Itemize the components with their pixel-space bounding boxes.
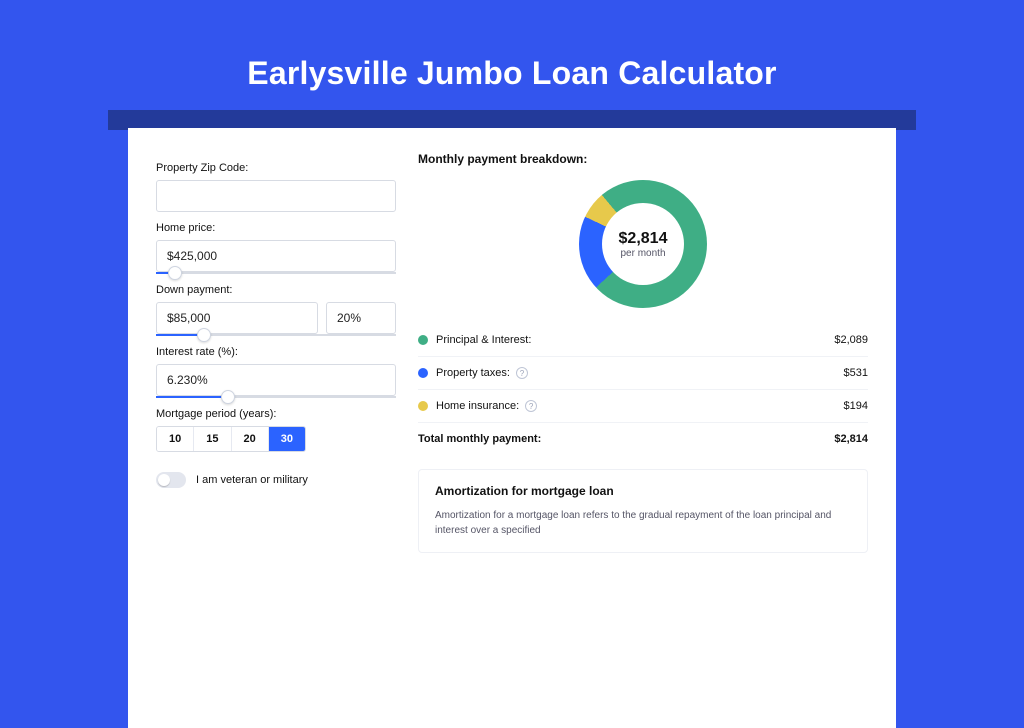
slider-thumb[interactable] <box>168 266 182 280</box>
down-payment-label: Down payment: <box>156 284 396 296</box>
legend-total-value: $2,814 <box>834 433 868 445</box>
interest-rate-input[interactable] <box>156 364 396 396</box>
breakdown-legend: Principal & Interest: $2,089 Property taxe… <box>418 324 868 455</box>
amortization-title: Amortization for mortgage loan <box>435 484 851 498</box>
help-icon[interactable]: ? <box>525 400 537 412</box>
legend-dot-icon <box>418 368 428 378</box>
legend-dot-icon <box>418 335 428 345</box>
breakdown-column: Monthly payment breakdown: $2,814 per mo… <box>418 152 868 553</box>
amortization-text: Amortization for a mortgage loan refers … <box>435 508 851 538</box>
period-option-15[interactable]: 15 <box>194 427 231 451</box>
down-payment-slider[interactable] <box>156 334 396 336</box>
legend-label: Home insurance: <box>436 400 519 412</box>
donut-amount: $2,814 <box>619 230 668 248</box>
legend-row: Property taxes:? $531 <box>418 356 868 389</box>
home-price-input[interactable] <box>156 240 396 272</box>
legend-value: $194 <box>844 400 868 412</box>
slider-thumb[interactable] <box>221 390 235 404</box>
legend-total-label: Total monthly payment: <box>418 433 541 445</box>
mortgage-period-segmented: 10152030 <box>156 426 306 452</box>
period-option-10[interactable]: 10 <box>157 427 194 451</box>
period-option-20[interactable]: 20 <box>232 427 269 451</box>
page-title: Earlysville Jumbo Loan Calculator <box>0 55 1024 92</box>
down-payment-input[interactable] <box>156 302 318 334</box>
interest-rate-label: Interest rate (%): <box>156 346 396 358</box>
amortization-panel: Amortization for mortgage loan Amortizat… <box>418 469 868 553</box>
home-price-label: Home price: <box>156 222 396 234</box>
breakdown-title: Monthly payment breakdown: <box>418 152 868 166</box>
inputs-column: Property Zip Code: Home price: Down paym… <box>156 152 396 488</box>
veteran-label: I am veteran or military <box>196 474 308 486</box>
zip-input[interactable] <box>156 180 396 212</box>
legend-row: Principal & Interest: $2,089 <box>418 324 868 356</box>
header-backdrop <box>108 110 916 130</box>
donut-frequency: per month <box>620 248 665 259</box>
help-icon[interactable]: ? <box>516 367 528 379</box>
calculator-card: Property Zip Code: Home price: Down paym… <box>128 128 896 728</box>
interest-rate-slider[interactable] <box>156 396 396 398</box>
slider-thumb[interactable] <box>197 328 211 342</box>
payment-donut-chart: $2,814 per month <box>579 180 707 308</box>
zip-label: Property Zip Code: <box>156 162 396 174</box>
down-payment-pct-input[interactable] <box>326 302 396 334</box>
legend-dot-icon <box>418 401 428 411</box>
mortgage-period-label: Mortgage period (years): <box>156 408 396 420</box>
legend-value: $2,089 <box>834 334 868 346</box>
legend-total-row: Total monthly payment: $2,814 <box>418 422 868 455</box>
legend-label: Principal & Interest: <box>436 334 531 346</box>
veteran-toggle[interactable] <box>156 472 186 488</box>
donut-center: $2,814 per month <box>602 203 684 285</box>
period-option-30[interactable]: 30 <box>269 427 305 451</box>
legend-value: $531 <box>844 367 868 379</box>
legend-label: Property taxes: <box>436 367 510 379</box>
home-price-slider[interactable] <box>156 272 396 274</box>
legend-row: Home insurance:? $194 <box>418 389 868 422</box>
